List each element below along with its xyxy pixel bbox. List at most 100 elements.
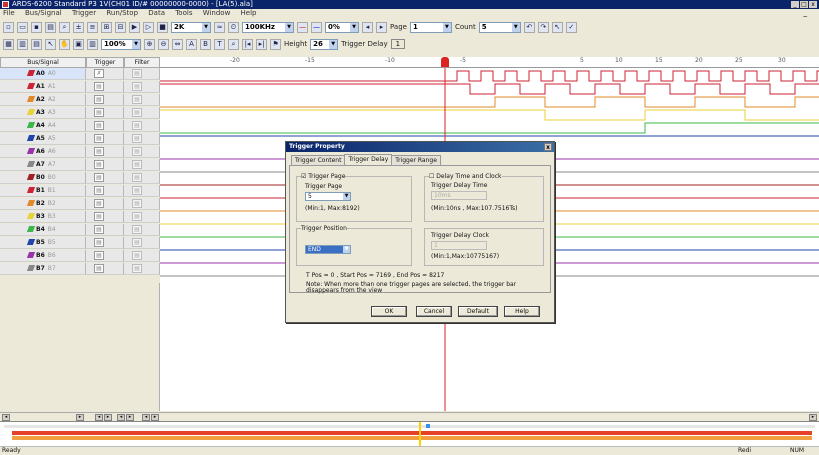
scroll-left-icon-3[interactable]: ◂ xyxy=(117,414,125,421)
overview-cursor-marker[interactable] xyxy=(426,424,430,428)
trigger-checkbox[interactable]: ▤ xyxy=(94,134,104,143)
filter-checkbox[interactable]: ▤ xyxy=(132,134,142,143)
stop-icon[interactable]: ■ xyxy=(157,21,168,33)
marker-t-icon[interactable]: T xyxy=(214,38,225,50)
filter-cell[interactable] xyxy=(124,81,160,93)
signal-name-cell[interactable]: A2 A2 xyxy=(0,94,86,106)
trigger-checkbox[interactable]: ▤ xyxy=(94,95,104,104)
count-select[interactable]: 5 xyxy=(478,21,521,33)
filter-cell[interactable] xyxy=(124,146,160,158)
trigger-cell[interactable] xyxy=(86,237,124,249)
trigger-cell[interactable] xyxy=(86,146,124,158)
tab-trigger-delay[interactable]: Trigger Delay xyxy=(344,154,393,165)
scroll-left-icon[interactable]: ◂ xyxy=(2,414,10,421)
trigger-checkbox[interactable]: ▤ xyxy=(94,238,104,247)
filter-cell[interactable] xyxy=(124,68,160,80)
filter-cell[interactable] xyxy=(124,107,160,119)
trigger-cell[interactable] xyxy=(86,81,124,93)
trigger-page-select[interactable]: 5 xyxy=(305,192,351,201)
trigger-checkbox[interactable]: ▤ xyxy=(94,147,104,156)
list-icon[interactable]: ▥ xyxy=(17,38,28,50)
signal-name-cell[interactable]: A3 A3 xyxy=(0,107,86,119)
trigger-cell[interactable] xyxy=(86,120,124,132)
tab-trigger-range[interactable]: Trigger Range xyxy=(391,155,441,165)
filter-checkbox[interactable]: ▤ xyxy=(132,121,142,130)
trigger-cell[interactable] xyxy=(86,250,124,262)
filter-cell[interactable] xyxy=(124,120,160,132)
menu-help[interactable]: Help xyxy=(241,9,257,17)
trigger-cell[interactable] xyxy=(86,185,124,197)
signal-name-cell[interactable]: B3 B3 xyxy=(0,211,86,223)
grid-icon[interactable]: ▦ xyxy=(3,38,14,50)
mdi-controls[interactable]: _ xyxy=(804,9,808,18)
bookmark-icon[interactable]: ⚑ xyxy=(270,38,281,50)
trigger-checkbox[interactable]: ▤ xyxy=(94,160,104,169)
signal-name-cell[interactable]: A7 A7 xyxy=(0,159,86,171)
clock-icon[interactable]: ⏲ xyxy=(228,21,239,33)
trigger-checkbox[interactable]: ▤ xyxy=(94,121,104,130)
zoom-out-icon[interactable]: ⊖ xyxy=(158,38,169,50)
filter-cell[interactable] xyxy=(124,133,160,145)
col-trigger[interactable]: Trigger xyxy=(86,57,124,68)
minimize-button[interactable]: _ xyxy=(791,1,799,8)
menu-file[interactable]: File xyxy=(3,9,15,17)
box-icon[interactable]: ▥ xyxy=(87,38,98,50)
scroll-right-icon-3[interactable]: ▸ xyxy=(126,414,134,421)
trigger-cell[interactable] xyxy=(86,133,124,145)
filter-cell[interactable] xyxy=(124,250,160,262)
run-icon[interactable]: ▶ xyxy=(129,21,140,33)
trigger-checkbox[interactable]: ▤ xyxy=(94,199,104,208)
filter-cell[interactable] xyxy=(124,198,160,210)
signal-name-cell[interactable]: A4 A4 xyxy=(0,120,86,132)
menu-tools[interactable]: Tools xyxy=(175,9,192,17)
filter-checkbox[interactable]: ▤ xyxy=(132,108,142,117)
scroll-right-icon-2[interactable]: ▸ xyxy=(104,414,112,421)
print-icon[interactable]: ▤ xyxy=(45,21,56,33)
delay-clock-input[interactable]: 1 xyxy=(431,241,487,250)
filter-cell[interactable] xyxy=(124,159,160,171)
filter-cell[interactable] xyxy=(124,94,160,106)
trigger-cell[interactable] xyxy=(86,263,124,275)
scroll-left-icon-2[interactable]: ◂ xyxy=(95,414,103,421)
delay-time-input[interactable]: 10ms xyxy=(431,191,487,200)
cursor-icon[interactable]: ↖ xyxy=(551,21,563,33)
save-icon[interactable]: ▪ xyxy=(31,21,42,33)
percent-select[interactable]: 0% xyxy=(325,21,359,33)
help-button[interactable]: Help xyxy=(504,306,540,317)
trigger-checkbox[interactable]: ▤ xyxy=(94,186,104,195)
filter-checkbox[interactable]: ▤ xyxy=(132,95,142,104)
cancel-button[interactable]: Cancel xyxy=(416,306,452,317)
signal-name-cell[interactable]: B0 B0 xyxy=(0,172,86,184)
filter-cell[interactable] xyxy=(124,237,160,249)
filter-checkbox[interactable]: ▤ xyxy=(132,238,142,247)
signal-name-cell[interactable]: B2 B2 xyxy=(0,198,86,210)
trigger-checkbox[interactable]: ▤ xyxy=(94,173,104,182)
trigger-cell[interactable] xyxy=(86,224,124,236)
rate-select[interactable]: 100KHz xyxy=(242,21,294,33)
trigger-cell[interactable] xyxy=(86,198,124,210)
default-button[interactable]: Default xyxy=(458,306,498,317)
filter-cell[interactable] xyxy=(124,185,160,197)
go-start-icon[interactable]: |◂ xyxy=(242,38,253,50)
trigger-cell[interactable] xyxy=(86,68,124,80)
col-bus-signal[interactable]: Bus/Signal xyxy=(0,57,86,68)
filter-checkbox[interactable]: ▤ xyxy=(132,264,142,273)
filter-checkbox[interactable]: ▤ xyxy=(132,212,142,221)
menu-run-stop[interactable]: Run/Stop xyxy=(106,9,138,17)
filter-checkbox[interactable]: ▤ xyxy=(132,69,142,78)
signal-name-cell[interactable]: B6 B6 xyxy=(0,250,86,262)
line-red-icon[interactable]: — xyxy=(297,21,308,33)
image-icon[interactable]: ▣ xyxy=(73,38,84,50)
trigger-checkbox[interactable]: ✗ xyxy=(94,69,104,78)
maximize-button[interactable]: □ xyxy=(800,1,808,8)
menu-bus-signal[interactable]: Bus/Signal xyxy=(25,9,62,17)
filter-checkbox[interactable]: ▤ xyxy=(132,251,142,260)
search-icon[interactable]: ⌕ xyxy=(228,38,239,50)
col-filter[interactable]: Filter xyxy=(124,57,160,68)
zoom-icon[interactable]: ± xyxy=(73,21,84,33)
redo-icon[interactable]: ↷ xyxy=(537,21,549,33)
depth-select[interactable]: 2K xyxy=(171,21,211,33)
wave-scroll-right-icon[interactable]: ▸ xyxy=(809,414,817,421)
find-icon[interactable]: ⌕ xyxy=(59,21,70,33)
signal-name-cell[interactable]: B1 B1 xyxy=(0,185,86,197)
